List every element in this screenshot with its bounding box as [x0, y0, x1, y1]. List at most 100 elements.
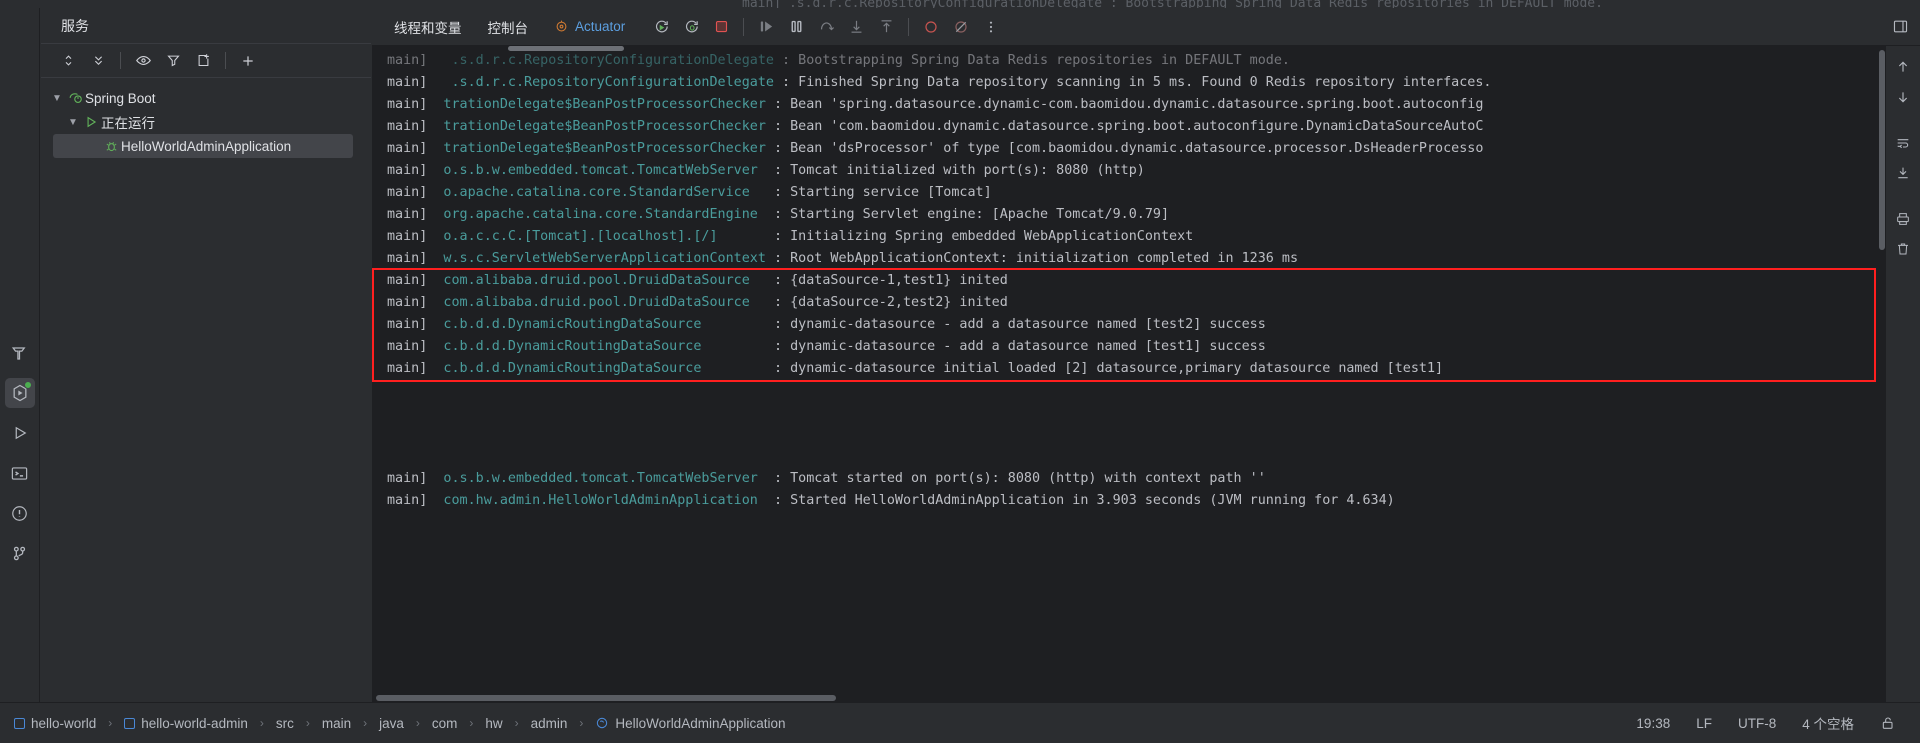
- breadcrumb-item[interactable]: hw: [485, 716, 502, 731]
- log-line[interactable]: main] trationDelegate$BeanPostProcessorC…: [372, 116, 1886, 138]
- cursor-position[interactable]: 19:38: [1636, 716, 1670, 731]
- version-control-icon[interactable]: [5, 538, 35, 568]
- line-separator[interactable]: LF: [1696, 716, 1712, 731]
- log-line[interactable]: main] trationDelegate$BeanPostProcessorC…: [372, 138, 1886, 160]
- log-message: : {dataSource-1,test1} inited: [773, 273, 1008, 288]
- console-horizontal-scrollbar-thumb[interactable]: [376, 695, 836, 701]
- log-thread: main]: [387, 229, 436, 244]
- collapse-all-button[interactable]: [85, 48, 111, 74]
- log-line[interactable]: main] trationDelegate$BeanPostProcessorC…: [372, 94, 1886, 116]
- breadcrumb-separator: ›: [259, 716, 264, 730]
- tree-node-spring-boot[interactable]: ▼ Spring Boot: [41, 86, 371, 110]
- chevron-down-icon[interactable]: ▼: [49, 93, 65, 104]
- breadcrumb-item[interactable]: java: [379, 716, 404, 731]
- breadcrumb-item[interactable]: hello-world-admin: [124, 716, 248, 731]
- log-logger: w.s.c.ServletWebServerApplicationContext: [435, 251, 774, 266]
- expand-collapse-button[interactable]: [55, 48, 81, 74]
- plus-icon[interactable]: [235, 48, 261, 74]
- print-icon[interactable]: [1890, 206, 1916, 232]
- log-message: : dynamic-datasource initial loaded [2] …: [773, 361, 1444, 376]
- log-thread: main]: [387, 361, 436, 376]
- run-icon[interactable]: [5, 418, 35, 448]
- arrow-up-icon[interactable]: [1890, 54, 1916, 80]
- log-line[interactable]: main] c.b.d.d.DynamicRoutingDataSource :…: [372, 314, 1886, 336]
- log-line[interactable]: main] o.a.c.c.C.[Tomcat].[localhost].[/]…: [372, 226, 1886, 248]
- tab-console[interactable]: 控制台: [476, 13, 541, 41]
- console-gutter-toolbar: [1886, 46, 1920, 702]
- breadcrumb-label: admin: [530, 715, 568, 731]
- console-vertical-scrollbar-thumb[interactable]: [1879, 50, 1885, 250]
- rerun-debug-button[interactable]: [677, 13, 705, 41]
- file-encoding[interactable]: UTF-8: [1738, 716, 1776, 731]
- chevron-down-icon-running[interactable]: ▼: [65, 117, 81, 128]
- log-line[interactable]: main] c.b.d.d.DynamicRoutingDataSource :…: [372, 358, 1886, 380]
- pause-program-button[interactable]: [782, 13, 810, 41]
- log-message: : Bean 'com.baomidou.dynamic.datasource.…: [773, 119, 1484, 134]
- log-message: : Starting service [Tomcat]: [773, 185, 992, 200]
- build-icon[interactable]: [5, 338, 35, 368]
- log-line[interactable]: main] o.s.b.w.embedded.tomcat.TomcatWebS…: [372, 160, 1886, 182]
- breadcrumb-item[interactable]: hello-world: [14, 716, 96, 731]
- tab-threads-variables[interactable]: 线程和变量: [382, 13, 474, 41]
- log-line[interactable]: main] w.s.c.ServletWebServerApplicationC…: [372, 248, 1886, 270]
- more-options-button[interactable]: [977, 13, 1005, 41]
- breadcrumb-separator: ›: [305, 716, 310, 730]
- log-message: : Root WebApplicationContext: initializa…: [773, 251, 1299, 266]
- log-line[interactable]: main] .s.d.r.c.RepositoryConfigurationDe…: [372, 50, 1886, 72]
- tab-actuator[interactable]: Actuator: [542, 15, 637, 38]
- log-thread: main]: [387, 163, 436, 178]
- tree-node-helloworldadminapplication[interactable]: HelloWorldAdminApplication: [53, 134, 353, 158]
- soft-wrap-icon[interactable]: [1890, 130, 1916, 156]
- new-tab-icon[interactable]: [190, 48, 216, 74]
- log-line[interactable]: main] .s.d.r.c.RepositoryConfigurationDe…: [372, 72, 1886, 94]
- log-line[interactable]: main] com.alibaba.druid.pool.DruidDataSo…: [372, 292, 1886, 314]
- mute-breakpoints-button[interactable]: [917, 13, 945, 41]
- services-header: 服务: [41, 8, 371, 44]
- console-vertical-scrollbar[interactable]: [1878, 50, 1886, 520]
- step-into-button[interactable]: [842, 13, 870, 41]
- resume-program-button[interactable]: [752, 13, 780, 41]
- tree-label-running: 正在运行: [101, 116, 155, 131]
- log-line[interactable]: main] com.hw.admin.HelloWorldAdminApplic…: [372, 490, 1886, 512]
- log-thread: main]: [387, 75, 436, 90]
- breadcrumb-item[interactable]: main: [322, 716, 351, 731]
- log-thread: main]: [387, 493, 436, 508]
- console-output[interactable]: main] .s.d.r.c.RepositoryConfigurationDe…: [372, 46, 1886, 702]
- unlocked-icon[interactable]: [1880, 715, 1896, 731]
- eye-icon[interactable]: [130, 48, 156, 74]
- stop-button[interactable]: [707, 13, 735, 41]
- step-out-button[interactable]: [872, 13, 900, 41]
- filter-icon[interactable]: [160, 48, 186, 74]
- view-breakpoints-button[interactable]: [947, 13, 975, 41]
- indent-setting[interactable]: 4 个空格: [1802, 713, 1854, 733]
- breadcrumb-item[interactable]: com: [432, 716, 458, 731]
- tree-node-running[interactable]: ▼ 正在运行: [41, 110, 371, 134]
- run-toolbar-right: [1886, 13, 1920, 41]
- rerun-button[interactable]: [647, 13, 675, 41]
- log-line[interactable]: main] com.alibaba.druid.pool.DruidDataSo…: [372, 270, 1886, 292]
- toolbar-separator-2: [225, 52, 226, 69]
- breadcrumb-item[interactable]: HelloWorldAdminApplication: [595, 716, 786, 731]
- log-message: : Tomcat initialized with port(s): 8080 …: [773, 163, 1145, 178]
- console-area: main] .s.d.r.c.RepositoryConfigurationDe…: [372, 46, 1920, 702]
- log-thread: main]: [387, 119, 436, 134]
- log-message: : dynamic-datasource - add a datasource …: [773, 339, 1266, 354]
- step-over-button[interactable]: [812, 13, 840, 41]
- log-message: : Starting Servlet engine: [Apache Tomca…: [773, 207, 1170, 222]
- breadcrumb-item[interactable]: admin: [531, 716, 568, 731]
- terminal-icon[interactable]: [5, 458, 35, 488]
- log-line[interactable]: main] o.apache.catalina.core.StandardSer…: [372, 182, 1886, 204]
- problems-icon[interactable]: [5, 498, 35, 528]
- breadcrumb-item[interactable]: src: [276, 716, 294, 731]
- log-line[interactable]: main] org.apache.catalina.core.StandardE…: [372, 204, 1886, 226]
- log-line[interactable]: main] c.b.d.d.DynamicRoutingDataSource :…: [372, 336, 1886, 358]
- log-logger: c.b.d.d.DynamicRoutingDataSource: [435, 339, 774, 354]
- layout-settings-button[interactable]: [1886, 13, 1914, 41]
- trash-icon[interactable]: [1890, 236, 1916, 262]
- console-horizontal-scrollbar[interactable]: [372, 694, 1886, 702]
- log-line[interactable]: main] o.s.b.w.embedded.tomcat.TomcatWebS…: [372, 468, 1886, 490]
- log-message: : Started HelloWorldAdminApplication in …: [773, 493, 1395, 508]
- services-icon[interactable]: [4, 378, 35, 408]
- arrow-down-icon[interactable]: [1890, 84, 1916, 110]
- scroll-to-end-icon[interactable]: [1890, 160, 1916, 186]
